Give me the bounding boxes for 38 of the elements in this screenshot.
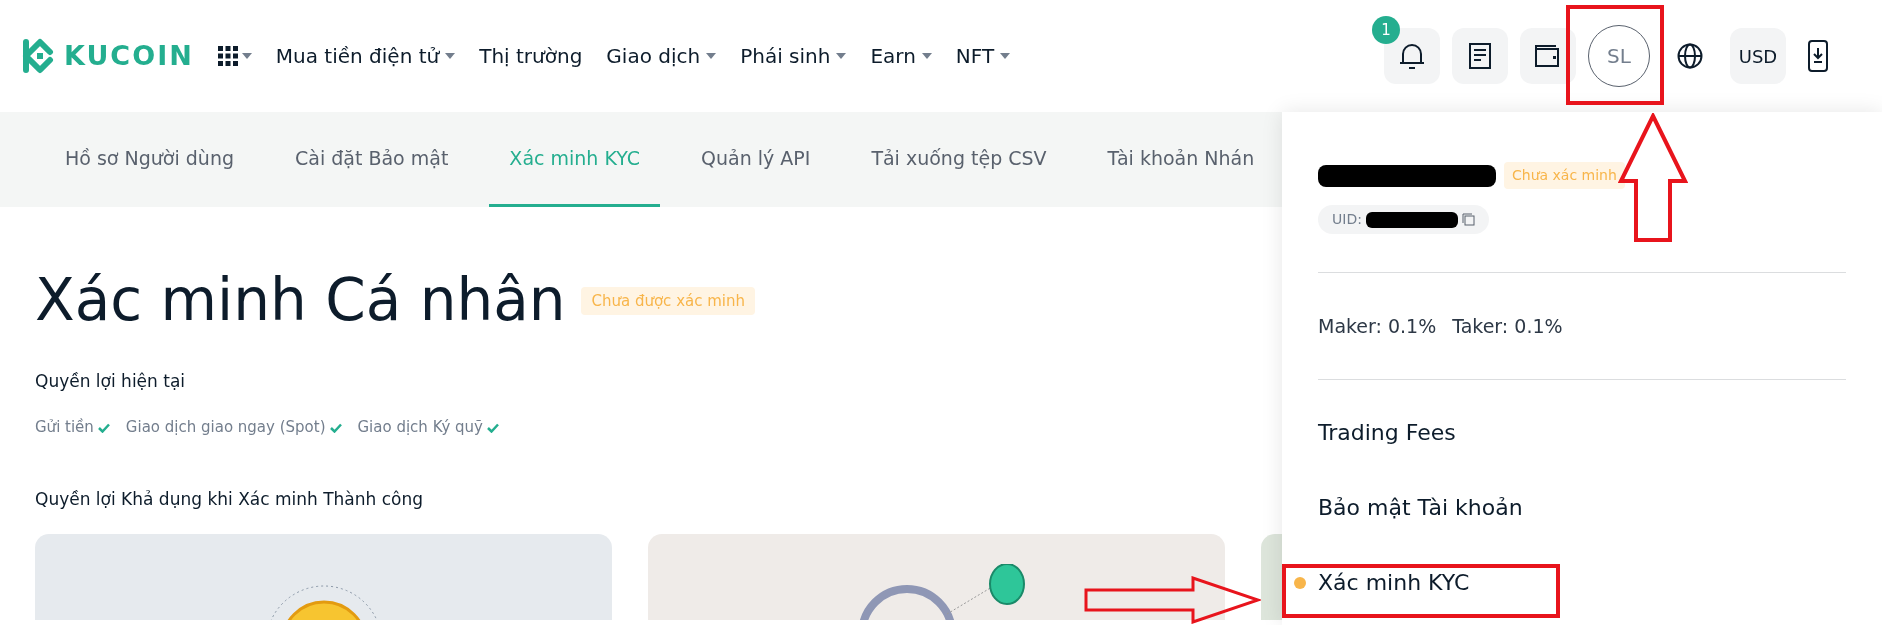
wallet-icon xyxy=(1535,45,1561,67)
nav-link-item[interactable]: Earn xyxy=(870,41,932,71)
notification-count: 1 xyxy=(1372,16,1400,44)
caret-icon xyxy=(241,53,252,59)
benefit-label: Giao dịch Ký quỹ xyxy=(357,417,483,439)
nav-link-item[interactable]: Giao dịch xyxy=(606,41,717,71)
globe-icon xyxy=(1677,43,1703,69)
tab[interactable]: Hồ sơ Người dùng xyxy=(45,112,254,207)
status-badge: Chưa được xác minh xyxy=(581,286,755,316)
wallet-button[interactable] xyxy=(1520,28,1576,84)
status-badge: Chưa xác minh xyxy=(1504,162,1625,189)
taker-fee: Taker: 0.1% xyxy=(1452,313,1563,339)
phone-download-icon xyxy=(1808,40,1828,72)
uid-label: UID: xyxy=(1332,210,1362,229)
tab[interactable]: Tải xuống tệp CSV xyxy=(851,112,1067,207)
nav-link-item[interactable]: Mua tiền điện tử xyxy=(275,41,456,71)
tab[interactable]: Quản lý API xyxy=(681,112,831,207)
tab[interactable]: Tài khoản Nhán xyxy=(1087,112,1275,207)
page-title: Xác minh Cá nhân xyxy=(35,269,566,333)
maker-fee: Maker: 0.1% xyxy=(1318,313,1437,339)
bell-icon xyxy=(1399,42,1425,70)
menu-item[interactable]: Bảo mật Tài khoản xyxy=(1318,491,1523,524)
logo-icon xyxy=(20,38,56,74)
orders-button[interactable] xyxy=(1452,28,1508,84)
section-title: Quyền lợi hiện tại xyxy=(35,369,186,393)
benefit-label: Giao dịch giao ngay (Spot) xyxy=(125,417,326,439)
document-icon xyxy=(1469,43,1491,69)
benefit-label: Gửi tiền xyxy=(35,417,94,439)
nav-link-item[interactable]: Phái sinh xyxy=(740,41,847,71)
nav-link-item[interactable]: NFT xyxy=(955,41,1011,71)
nav-link-item[interactable]: Thị trường xyxy=(479,41,583,71)
tab[interactable]: Cài đặt Bảo mật xyxy=(275,112,469,207)
apps-menu[interactable] xyxy=(217,46,252,66)
grid-icon xyxy=(217,46,238,66)
menu-item[interactable]: Trading Fees xyxy=(1318,416,1456,449)
currency-button[interactable]: USD xyxy=(1730,28,1786,84)
copy-icon[interactable] xyxy=(1461,213,1475,226)
section-title: Quyền lợi Khả dụng khi Xác minh Thành công xyxy=(35,487,424,511)
